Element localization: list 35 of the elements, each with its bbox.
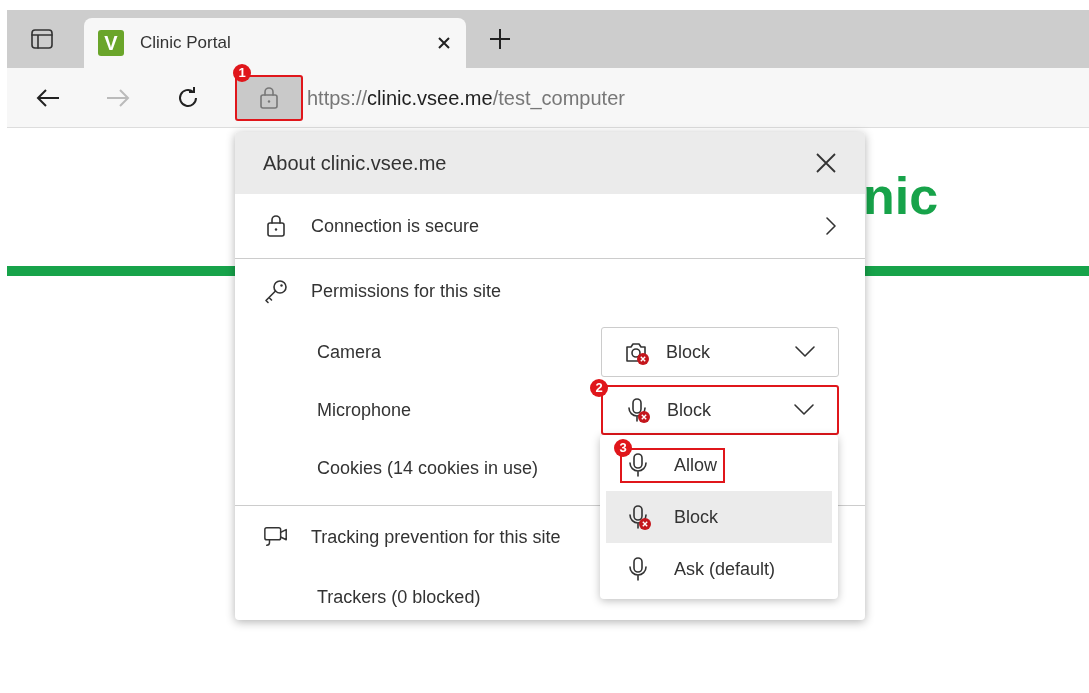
section-heading: Tracking prevention for this site (311, 525, 561, 549)
new-tab-button[interactable] (488, 27, 512, 51)
browser-tab[interactable]: V Clinic Portal (84, 18, 466, 68)
lock-icon (266, 214, 286, 238)
permission-select[interactable]: Block (601, 327, 839, 377)
trackers-label: Trackers (0 blocked) (317, 585, 481, 609)
chevron-right-icon (825, 216, 837, 236)
back-arrow-icon (35, 86, 61, 109)
microphone-blocked-icon (625, 397, 651, 423)
favicon: V (98, 30, 124, 56)
chevron-down-icon (794, 345, 816, 359)
tab-actions-button[interactable] (30, 28, 54, 50)
plus-icon (488, 27, 512, 51)
lock-icon (259, 85, 279, 110)
sidebar-panel-icon (30, 28, 54, 50)
dropdown-option[interactable]: Block (606, 491, 832, 543)
forward-arrow-icon (105, 86, 131, 109)
tab-title: Clinic Portal (140, 32, 232, 55)
permission-label: Microphone (317, 398, 413, 422)
site-logo-text: nic (863, 170, 939, 222)
panel-title: About clinic.vsee.me (263, 151, 447, 176)
close-button[interactable] (815, 152, 837, 174)
connection-row[interactable]: Connection is secure (235, 194, 865, 258)
key-icon (263, 278, 289, 304)
close-icon (815, 152, 837, 174)
chevron-down-icon (793, 403, 815, 417)
close-tab-button[interactable] (436, 35, 452, 51)
permission-label: Cookies (14 cookies in use) (317, 456, 539, 480)
address-field[interactable]: https://clinic.vsee.me/test_computer (307, 82, 625, 113)
back-button[interactable] (35, 86, 61, 109)
step-badge: 2 (590, 379, 608, 397)
microphone-blocked-icon (626, 504, 652, 530)
permission-label: Camera (317, 340, 383, 364)
section-heading: Permissions for this site (311, 279, 502, 303)
close-icon (436, 35, 452, 51)
